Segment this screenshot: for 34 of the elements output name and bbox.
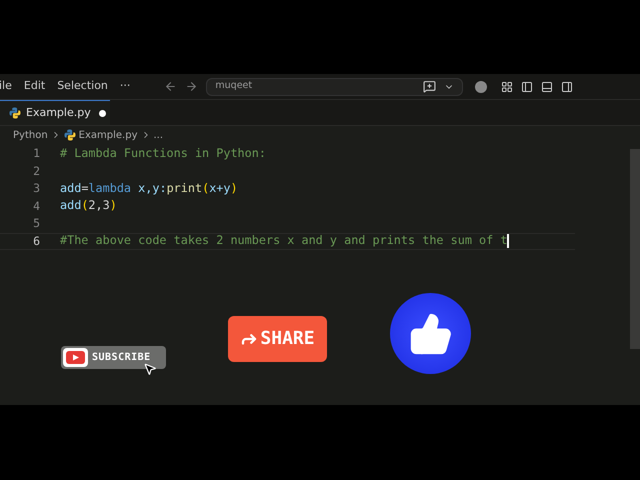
menu-item[interactable]: Edit bbox=[18, 78, 52, 95]
code-line: # Lambda Functions in Python: bbox=[60, 144, 266, 162]
menu-item[interactable]: ile bbox=[0, 78, 18, 95]
code-line: add=lambda x,y:print(x+y) bbox=[60, 180, 238, 197]
breadcrumb[interactable]: Python bbox=[13, 128, 48, 142]
chat-icon[interactable] bbox=[423, 80, 436, 93]
thumbs-up-icon bbox=[408, 312, 452, 356]
scrollbar[interactable] bbox=[630, 149, 640, 349]
mouse-pointer-icon bbox=[143, 362, 157, 376]
forward-icon[interactable] bbox=[185, 80, 198, 93]
layout-icon[interactable] bbox=[501, 80, 514, 92]
menu-item[interactable]: ··· bbox=[114, 78, 136, 95]
panel-right-icon[interactable] bbox=[561, 80, 574, 92]
menu-item[interactable]: Selection bbox=[51, 78, 114, 95]
code-line: #The above code takes 2 numbers x and y and prints the sum of t bbox=[60, 232, 508, 250]
line-number: 1 bbox=[32, 145, 40, 162]
panel-bottom-icon[interactable] bbox=[541, 80, 554, 92]
text-cursor bbox=[507, 234, 509, 248]
line-number: 2 bbox=[32, 162, 40, 180]
account-icon[interactable] bbox=[475, 80, 488, 92]
python-icon bbox=[9, 107, 21, 119]
line-number: 3 bbox=[32, 180, 40, 198]
video-play-icon bbox=[66, 351, 85, 364]
breadcrumb[interactable]: ... bbox=[154, 128, 164, 142]
line-number: 6 bbox=[32, 232, 40, 250]
code-line: add(2,3) bbox=[60, 197, 117, 214]
breadcrumb[interactable]: Example.py bbox=[78, 128, 138, 142]
back-icon[interactable] bbox=[164, 80, 178, 93]
python-icon bbox=[64, 129, 76, 141]
editor-tab[interactable]: Example.py bbox=[0, 100, 110, 125]
line-number: 5 bbox=[32, 215, 40, 232]
search-field[interactable]: muqeet bbox=[206, 78, 464, 96]
panel-left-icon[interactable] bbox=[521, 80, 534, 92]
line-number: 4 bbox=[32, 198, 40, 215]
